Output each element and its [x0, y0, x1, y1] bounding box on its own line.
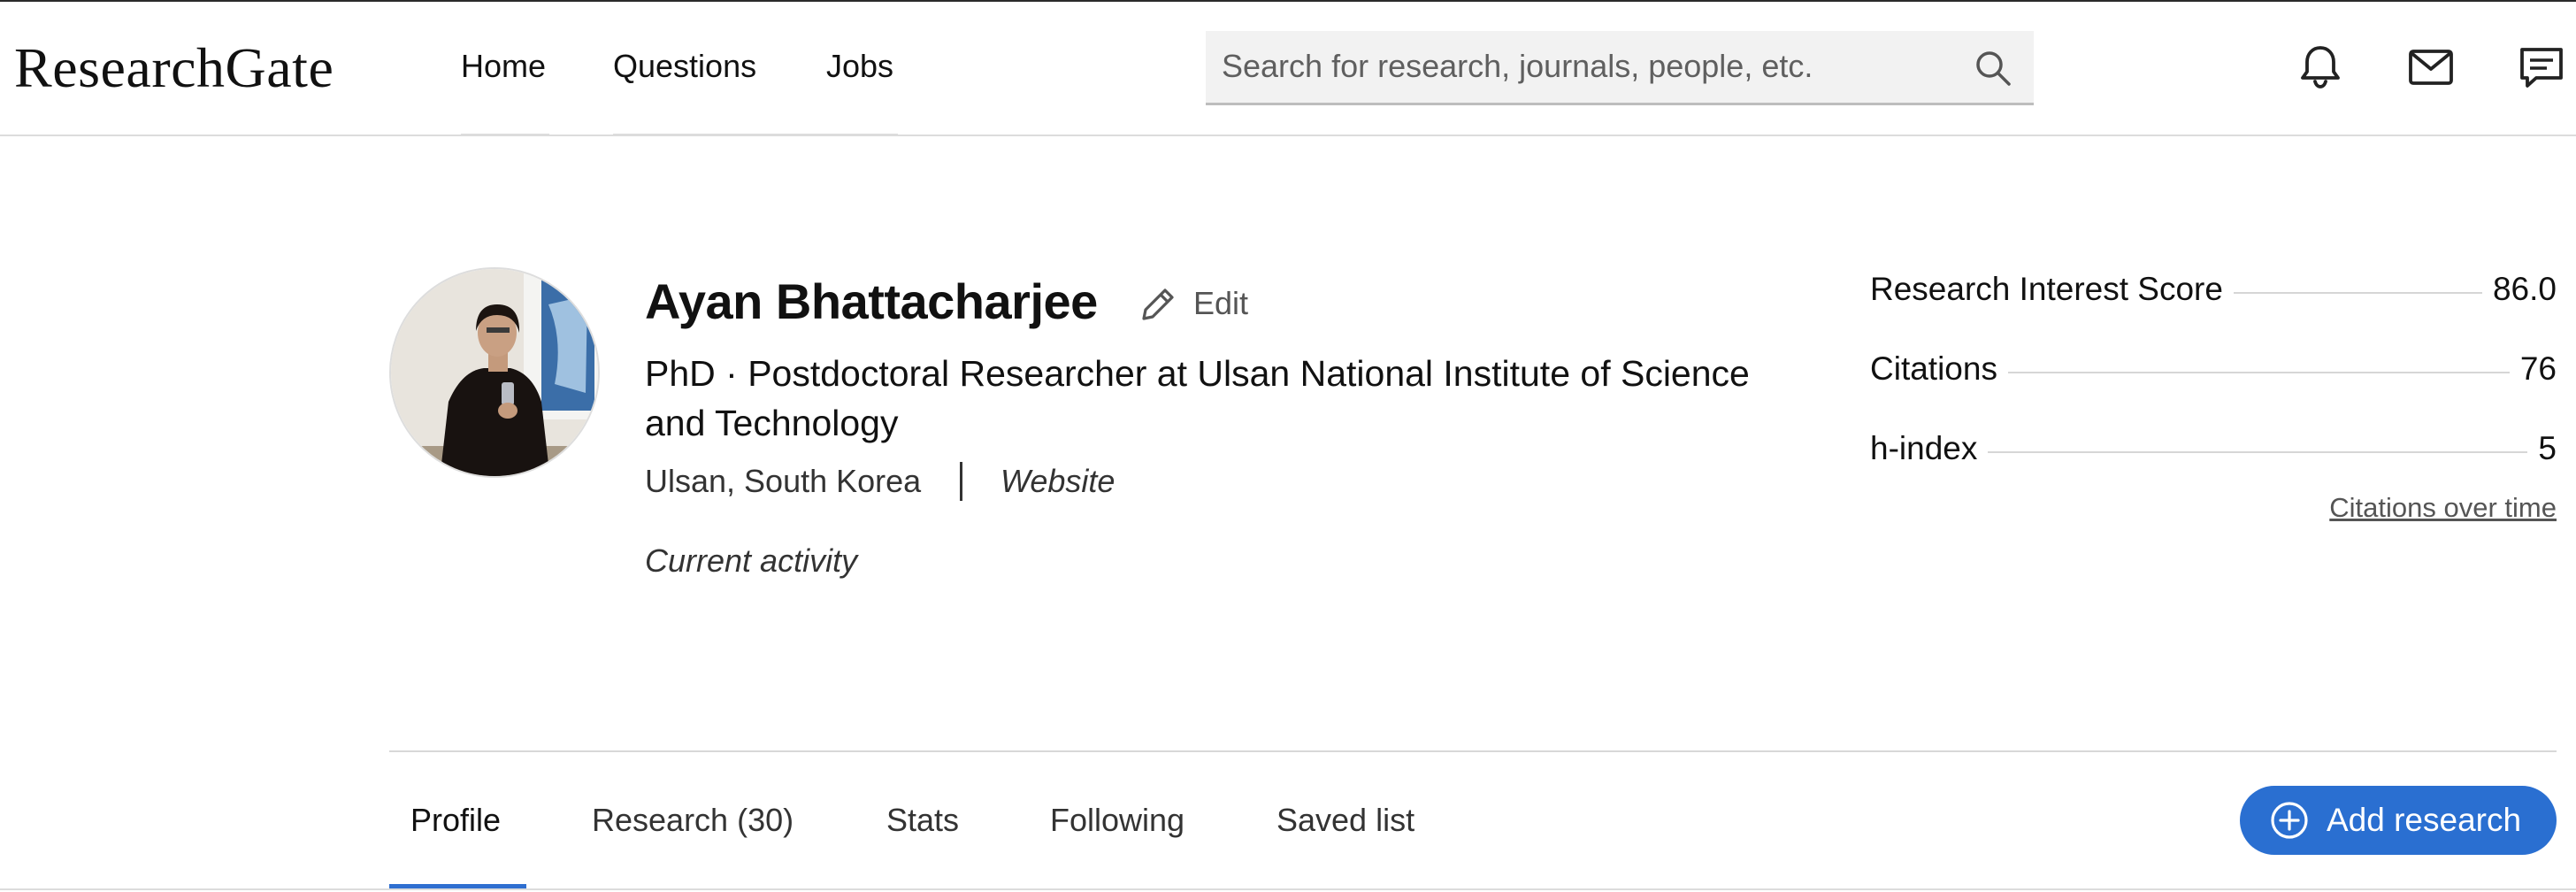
stat-label: h-index — [1870, 430, 1989, 467]
website-link[interactable]: Website — [1000, 463, 1115, 500]
bottom-divider — [0, 888, 2576, 890]
search-input[interactable] — [1222, 31, 1965, 102]
nav-jobs[interactable]: Jobs — [826, 48, 893, 85]
profile-name: Ayan Bhattacharjee — [645, 273, 1098, 329]
tabs-divider — [389, 750, 2557, 752]
profile-photo — [391, 269, 598, 476]
stat-citations[interactable]: Citations 76 — [1870, 350, 2557, 395]
stat-h-index[interactable]: h-index 5 — [1870, 430, 2557, 474]
tab-following[interactable]: Following — [1050, 802, 1184, 839]
search-box — [1206, 31, 2034, 105]
stat-value: 5 — [2527, 430, 2557, 467]
researchgate-logo[interactable]: ResearchGate — [14, 35, 334, 101]
edit-label: Edit — [1193, 285, 1249, 321]
tab-stats[interactable]: Stats — [886, 802, 959, 839]
nav-questions[interactable]: Questions — [613, 48, 756, 85]
nav-home[interactable]: Home — [461, 48, 546, 85]
top-navigation-bar: ResearchGate Home Questions Jobs — [0, 2, 2576, 136]
tab-research[interactable]: Research (30) — [592, 802, 794, 839]
stat-label: Research Interest Score — [1870, 271, 2234, 308]
stat-value: 86.0 — [2481, 271, 2557, 308]
plus-circle-icon — [2271, 802, 2308, 839]
citations-over-time-link[interactable]: Citations over time — [2329, 492, 2557, 524]
stat-label: Citations — [1870, 350, 2008, 388]
bell-icon[interactable] — [2296, 42, 2345, 92]
profile-position: PhD · Postdoctoral Researcher at Ulsan N… — [645, 353, 1750, 443]
current-activity[interactable]: Current activity — [645, 542, 857, 580]
search-icon[interactable] — [1974, 49, 2012, 88]
mail-icon[interactable] — [2406, 42, 2456, 92]
pencil-icon — [1142, 288, 1174, 320]
location-separator — [960, 462, 962, 501]
profile-header-section — [0, 135, 2576, 892]
add-research-label: Add research — [2327, 802, 2522, 838]
stat-research-interest-score[interactable]: Research Interest Score 86.0 — [1870, 271, 2557, 315]
avatar[interactable] — [389, 267, 600, 478]
tab-saved-list[interactable]: Saved list — [1276, 802, 1414, 839]
stat-value: 76 — [2509, 350, 2557, 388]
add-research-button[interactable]: Add research — [2240, 786, 2557, 855]
tab-profile[interactable]: Profile — [410, 802, 501, 839]
chat-icon[interactable] — [2517, 42, 2566, 92]
profile-location: Ulsan, South Korea — [645, 463, 922, 499]
